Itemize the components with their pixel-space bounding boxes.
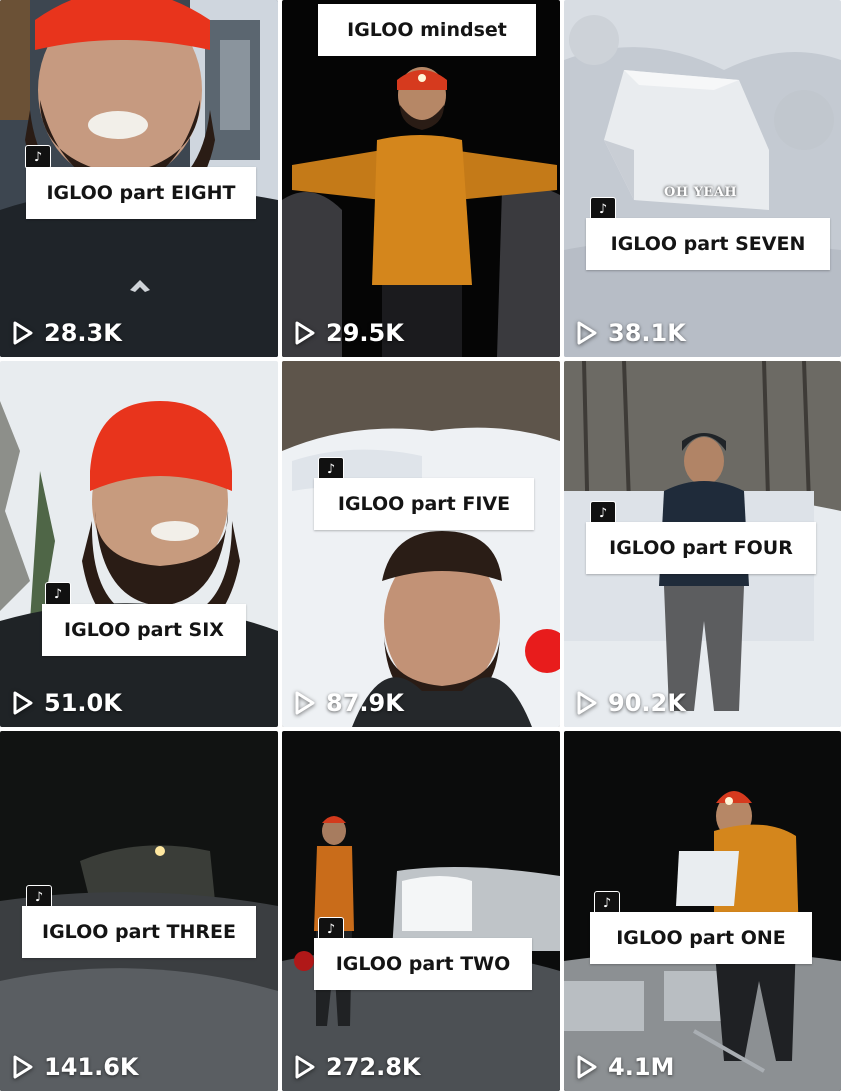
video-title: IGLOO part EIGHT [26,167,256,219]
play-outline-icon [13,321,33,345]
view-count: 90.2K [576,689,686,717]
video-tile-part-three[interactable]: ♪ IGLOO part THREE 141.6K [0,731,278,1091]
view-count-value: 29.5K [326,319,404,347]
view-count-value: 87.9K [326,689,404,717]
view-count-value: 38.1K [608,319,686,347]
view-count-value: 272.8K [326,1053,421,1081]
view-count: 87.9K [294,689,404,717]
play-outline-icon [577,1055,597,1079]
video-grid: ♪ IGLOO part EIGHT 28.3K IGLOO mindset 2… [0,0,841,1091]
play-outline-icon [13,691,33,715]
play-outline-icon [577,321,597,345]
view-count: 38.1K [576,319,686,347]
view-count-value: 28.3K [44,319,122,347]
view-count-value: 4.1M [608,1053,675,1081]
view-count: 51.0K [12,689,122,717]
video-tile-part-six[interactable]: ♪ IGLOO part SIX 51.0K [0,361,278,727]
tiktok-logo-icon: ♪ [25,145,51,169]
play-outline-icon [295,1055,315,1079]
view-count-value: 141.6K [44,1053,139,1081]
video-title: IGLOO part ONE [590,912,812,964]
thumbnail-scene [282,731,560,1091]
video-tile-part-two[interactable]: ♪ IGLOO part TWO 272.8K [282,731,560,1091]
play-outline-icon [295,321,315,345]
video-overlay-caption: OH YEAH [664,185,738,200]
video-tile-mindset[interactable]: IGLOO mindset 29.5K [282,0,560,357]
video-title: IGLOO part THREE [22,906,256,958]
video-title: IGLOO part FOUR [586,522,816,574]
video-tile-part-seven[interactable]: OH YEAH ♪ IGLOO part SEVEN 38.1K [564,0,841,357]
tiktok-logo-icon: ♪ [45,582,71,606]
video-tile-part-one[interactable]: ♪ IGLOO part ONE 4.1M [564,731,841,1091]
view-count-value: 90.2K [608,689,686,717]
video-tile-part-five[interactable]: ♪ IGLOO part FIVE 87.9K [282,361,560,727]
video-tile-part-eight[interactable]: ♪ IGLOO part EIGHT 28.3K [0,0,278,357]
thumbnail-scene [282,361,560,727]
play-outline-icon [577,691,597,715]
video-title: IGLOO part TWO [314,938,532,990]
view-count: 141.6K [12,1053,139,1081]
play-outline-icon [295,691,315,715]
view-count: 29.5K [294,319,404,347]
view-count: 272.8K [294,1053,421,1081]
video-title: IGLOO mindset [318,4,536,56]
video-title: IGLOO part FIVE [314,478,534,530]
video-title: IGLOO part SEVEN [586,218,830,270]
play-outline-icon [13,1055,33,1079]
thumbnail-scene [0,361,278,727]
view-count: 28.3K [12,319,122,347]
view-count-value: 51.0K [44,689,122,717]
thumbnail-scene [564,0,841,357]
view-count: 4.1M [576,1053,674,1081]
video-tile-part-four[interactable]: ♪ IGLOO part FOUR 90.2K [564,361,841,727]
video-title: IGLOO part SIX [42,604,246,656]
